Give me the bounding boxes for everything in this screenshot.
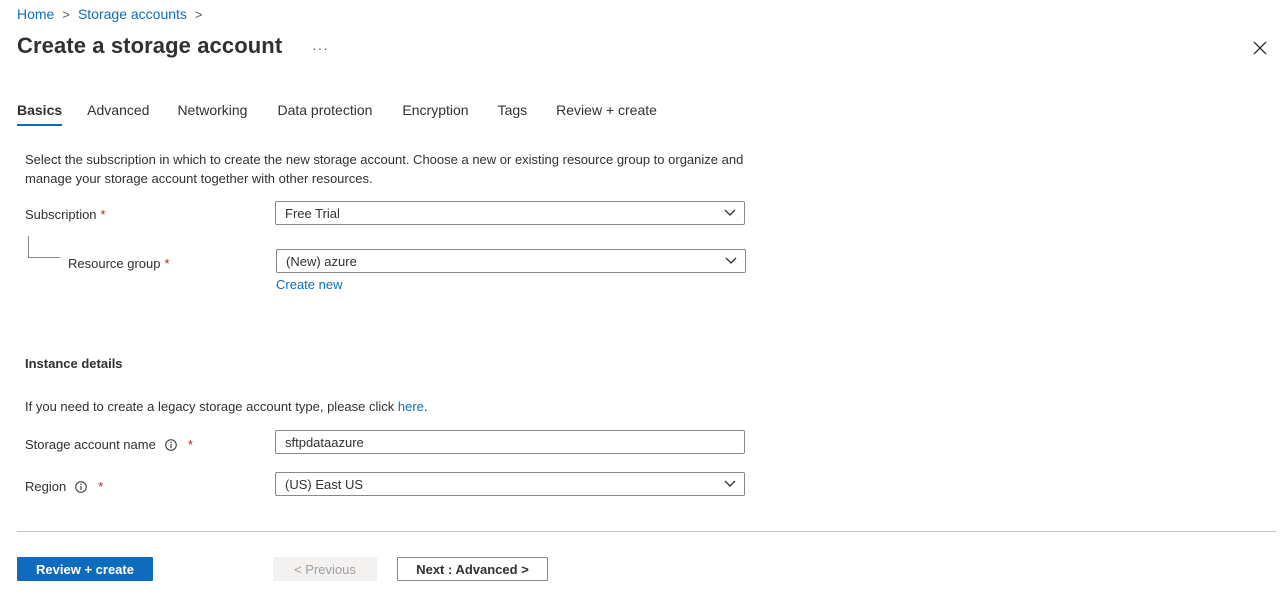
tab-encryption[interactable]: Encryption xyxy=(402,102,468,125)
tree-connector-vertical xyxy=(28,236,29,258)
tab-bar: Basics Advanced Networking Data protecti… xyxy=(17,102,657,126)
review-create-button[interactable]: Review + create xyxy=(17,557,153,581)
subscription-label-text: Subscription xyxy=(25,207,97,222)
info-icon[interactable] xyxy=(165,438,177,451)
info-icon[interactable] xyxy=(75,480,88,493)
tab-networking[interactable]: Networking xyxy=(177,102,247,125)
legacy-period: . xyxy=(423,399,428,414)
storage-account-name-value: sftpdataazure xyxy=(285,434,364,450)
chevron-down-icon xyxy=(725,257,737,264)
close-icon[interactable] xyxy=(1252,40,1268,56)
next-advanced-button[interactable]: Next : Advanced > xyxy=(397,557,548,581)
tab-tags[interactable]: Tags xyxy=(498,102,528,125)
required-marker: * xyxy=(187,437,193,452)
more-options-icon[interactable]: ··· xyxy=(312,40,329,56)
instance-details-heading: Instance details xyxy=(25,356,123,371)
previous-button[interactable]: < Previous xyxy=(273,557,377,581)
resource-group-label-text: Resource group xyxy=(68,256,161,271)
region-value: (US) East US xyxy=(285,476,364,492)
intro-text: Select the subscription in which to crea… xyxy=(25,152,744,186)
tree-connector-horizontal xyxy=(28,257,60,258)
resource-group-dropdown[interactable]: (New) azure xyxy=(276,249,746,273)
resource-group-label: Resource group * xyxy=(68,256,170,271)
resource-group-value: (New) azure xyxy=(286,253,357,269)
subscription-dropdown[interactable]: Free Trial xyxy=(275,201,745,225)
storage-account-name-label: Storage account name * xyxy=(25,437,193,452)
storage-account-name-input[interactable]: sftpdataazure xyxy=(275,430,745,454)
legacy-here-link[interactable]: here xyxy=(398,399,424,414)
region-dropdown[interactable]: (US) East US xyxy=(275,472,745,496)
breadcrumb-separator: > xyxy=(62,6,70,22)
required-marker: * xyxy=(164,256,170,271)
region-label-text: Region xyxy=(25,479,67,494)
breadcrumb-separator: > xyxy=(194,6,203,22)
legacy-account-text: If you need to create a legacy storage a… xyxy=(25,399,428,414)
required-marker: * xyxy=(98,479,104,494)
footer-divider xyxy=(17,531,1276,532)
create-new-resource-group-link[interactable]: Create new xyxy=(276,277,342,292)
breadcrumb-home-link[interactable]: Home xyxy=(17,6,54,22)
tab-review-create[interactable]: Review + create xyxy=(556,102,657,125)
subscription-value: Free Trial xyxy=(285,205,340,221)
chevron-down-icon xyxy=(724,209,736,216)
chevron-down-icon xyxy=(724,480,736,487)
subscription-label: Subscription * xyxy=(25,207,106,222)
tab-basics[interactable]: Basics xyxy=(17,102,63,126)
required-marker: * xyxy=(100,207,106,222)
storage-account-name-label-text: Storage account name xyxy=(25,437,156,452)
legacy-text: If you need to create a legacy storage a… xyxy=(25,399,398,414)
breadcrumb-storage-accounts-link[interactable]: Storage accounts xyxy=(78,6,187,22)
tab-advanced[interactable]: Advanced xyxy=(87,102,149,125)
breadcrumb: Home > Storage accounts > xyxy=(17,6,211,22)
region-label: Region * xyxy=(25,479,103,494)
tab-data-protection[interactable]: Data protection xyxy=(277,102,372,125)
page-title: Create a storage account xyxy=(17,33,283,58)
